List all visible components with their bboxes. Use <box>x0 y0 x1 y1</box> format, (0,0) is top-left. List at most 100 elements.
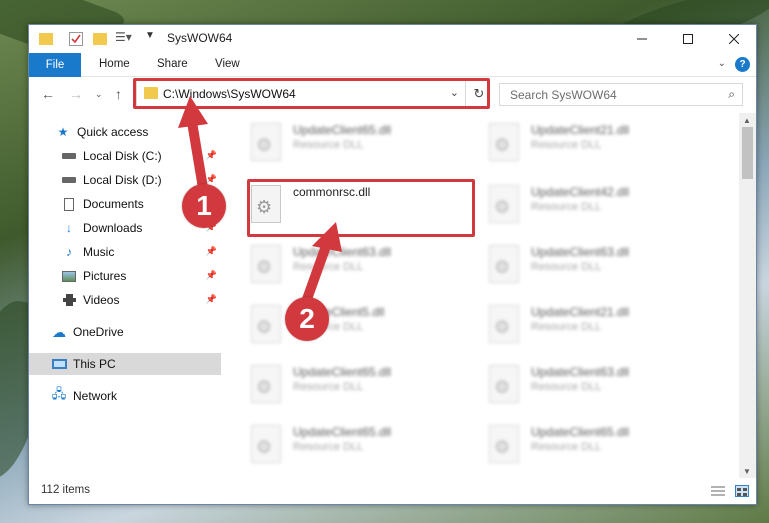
file-item[interactable]: UpdateClient42.dll Resource DLL <box>485 181 715 233</box>
navigation-pane: ★ Quick access Local Disk (C:) 📌 Local D… <box>29 113 221 479</box>
back-arrow-icon[interactable]: ← <box>41 86 55 102</box>
file-name: UpdateClient65.dll <box>293 365 392 379</box>
pin-icon: 📌 <box>205 246 217 256</box>
file-item[interactable]: UpdateClient65.dll Resource DLL <box>247 421 477 473</box>
scrollbar-thumb[interactable] <box>742 127 753 179</box>
dll-file-icon <box>251 123 281 161</box>
file-item[interactable]: UpdateClient65.dll Resource DLL <box>247 119 477 171</box>
file-name: UpdateClient65.dll <box>293 123 392 137</box>
title-bar: ☰▾ ▼ SysWOW64 <box>29 25 756 53</box>
sidebar-item-onedrive[interactable]: ☁ OneDrive <box>29 321 221 343</box>
item-count: 112 items <box>41 484 91 496</box>
ribbon: File Home Share View ⌄ ? <box>29 53 756 77</box>
toolbar-dropdown-icon[interactable]: ▼ <box>145 30 155 48</box>
dll-file-icon <box>489 245 519 283</box>
file-item[interactable]: UpdateClient5.dll Resource DLL <box>247 301 477 353</box>
document-icon <box>61 197 77 211</box>
network-icon: 🖧 <box>51 386 67 401</box>
file-item[interactable]: UpdateClient63.dll Resource DLL <box>247 241 477 293</box>
step-1-badge: 1 <box>182 184 226 228</box>
pictures-icon <box>61 269 77 283</box>
folder-icon <box>39 33 53 45</box>
minimize-button[interactable] <box>619 25 665 53</box>
recent-locations-icon[interactable]: ⌄ <box>95 89 103 100</box>
search-box[interactable]: Search SysWOW64 ⌕ <box>499 83 743 106</box>
sidebar-item-music[interactable]: ♪ Music 📌 <box>29 241 221 263</box>
large-icons-view-icon[interactable] <box>735 485 749 497</box>
file-name: UpdateClient65.dll <box>293 425 392 439</box>
sidebar-item-quick-access[interactable]: ★ Quick access <box>29 121 221 143</box>
file-name: UpdateClient21.dll <box>531 305 630 319</box>
tab-view[interactable]: View <box>215 58 240 70</box>
file-type: Resource DLL <box>531 321 602 333</box>
file-name: UpdateClient42.dll <box>531 185 630 199</box>
file-type: Resource DLL <box>531 201 602 213</box>
sidebar-item-videos[interactable]: Videos 📌 <box>29 289 221 311</box>
sidebar-item-local-disk-c[interactable]: Local Disk (C:) 📌 <box>29 145 221 167</box>
file-type: Resource DLL <box>293 441 364 453</box>
sidebar-item-label: Local Disk (D:) <box>83 173 162 187</box>
sidebar-item-label: OneDrive <box>73 325 124 339</box>
navigation-bar: ← → ⌄ ↑ C:\Windows\SysWOW64 ⌄ ↻ Search S… <box>29 77 756 111</box>
file-name: UpdateClient63.dll <box>293 245 392 259</box>
file-type: Resource DLL <box>531 441 602 453</box>
search-icon[interactable]: ⌕ <box>728 87 735 102</box>
dll-file-icon <box>489 123 519 161</box>
download-icon: ↓ <box>66 221 72 235</box>
customize-toolbar-icon[interactable]: ☰▾ <box>115 30 132 48</box>
properties-icon[interactable] <box>69 32 83 46</box>
search-input[interactable]: Search SysWOW64 <box>510 88 617 102</box>
file-item[interactable]: UpdateClient65.dll Resource DLL <box>247 361 477 413</box>
file-type: Resource DLL <box>531 261 602 273</box>
drive-icon <box>61 173 77 187</box>
scroll-up-icon[interactable]: ▲ <box>743 116 751 125</box>
forward-arrow-icon[interactable]: → <box>69 86 83 102</box>
file-item[interactable]: UpdateClient63.dll Resource DLL <box>485 241 715 293</box>
sidebar-item-network[interactable]: 🖧 Network <box>29 385 221 407</box>
sidebar-item-label: Network <box>73 389 118 403</box>
tab-home[interactable]: Home <box>99 58 130 70</box>
file-item[interactable]: UpdateClient65.dll Resource DLL <box>485 421 715 473</box>
dll-file-icon <box>251 305 281 343</box>
dll-file-icon <box>489 425 519 463</box>
window-title: SysWOW64 <box>167 31 233 45</box>
sidebar-item-pictures[interactable]: Pictures 📌 <box>29 265 221 287</box>
explorer-window: ☰▾ ▼ SysWOW64 File Home Share View ⌄ ? ←… <box>28 24 757 505</box>
file-name: UpdateClient21.dll <box>531 123 630 137</box>
details-view-icon[interactable] <box>711 485 725 497</box>
file-type: Resource DLL <box>293 139 364 151</box>
tab-share[interactable]: Share <box>157 58 188 70</box>
maximize-button[interactable] <box>665 25 711 53</box>
drive-icon <box>61 149 77 163</box>
file-name: UpdateClient65.dll <box>531 425 630 439</box>
dll-file-icon <box>251 365 281 403</box>
address-highlight-box <box>133 78 490 109</box>
scroll-down-icon[interactable]: ▼ <box>743 467 751 476</box>
file-item[interactable]: UpdateClient63.dll Resource DLL <box>485 361 715 413</box>
file-type: Resource DLL <box>293 381 364 393</box>
new-folder-icon[interactable] <box>93 33 107 45</box>
pin-icon: 📌 <box>205 294 217 304</box>
file-item[interactable]: UpdateClient21.dll Resource DLL <box>485 119 715 171</box>
file-tab[interactable]: File <box>29 53 81 77</box>
sidebar-item-label: Downloads <box>83 221 143 235</box>
file-type: Resource DLL <box>293 261 364 273</box>
file-item[interactable]: UpdateClient21.dll Resource DLL <box>485 301 715 353</box>
file-name: UpdateClient63.dll <box>531 245 630 259</box>
status-bar: 112 items <box>29 478 756 504</box>
expand-ribbon-icon[interactable]: ⌄ <box>718 58 726 69</box>
vertical-scrollbar[interactable]: ▲ ▼ <box>739 113 756 479</box>
sidebar-item-label: Documents <box>83 197 144 211</box>
file-list: UpdateClient65.dll Resource DLL UpdateCl… <box>221 113 741 479</box>
dll-file-icon <box>489 305 519 343</box>
step-2-badge: 2 <box>285 297 329 341</box>
dll-file-icon <box>489 185 519 223</box>
up-arrow-icon[interactable]: ↑ <box>115 86 122 102</box>
dll-file-icon <box>489 365 519 403</box>
dll-file-icon <box>251 425 281 463</box>
pin-icon: 📌 <box>205 150 217 160</box>
sidebar-item-this-pc[interactable]: This PC <box>29 353 221 375</box>
cloud-icon: ☁ <box>52 323 66 340</box>
close-button[interactable] <box>711 25 756 53</box>
help-icon[interactable]: ? <box>735 57 750 72</box>
